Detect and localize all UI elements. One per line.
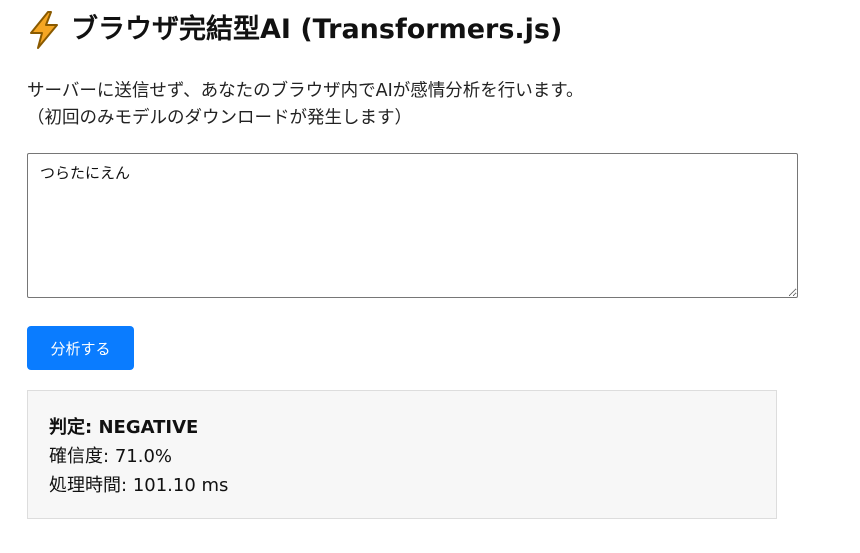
description-line: サーバーに送信せず、あなたのブラウザ内でAIが感情分析を行います。 bbox=[27, 81, 584, 101]
processing-time-value: 101.10 ms bbox=[132, 475, 229, 496]
confidence-line: 確信度: 71.0% bbox=[49, 442, 755, 471]
analyze-button[interactable]: 分析する bbox=[27, 326, 134, 370]
verdict-label: 判定: bbox=[49, 417, 93, 438]
processing-time-label: 処理時間: bbox=[49, 475, 128, 496]
confidence-value: 71.0% bbox=[114, 446, 172, 467]
description: サーバーに送信せず、あなたのブラウザ内でAIが感情分析を行います。 （初回のみモ… bbox=[27, 78, 583, 132]
confidence-label: 確信度: bbox=[49, 446, 110, 467]
verdict-value: NEGATIVE bbox=[98, 417, 199, 438]
high-voltage-icon bbox=[30, 11, 58, 49]
result-panel: 判定: NEGATIVE 確信度: 71.0% 処理時間: 101.10 ms bbox=[27, 390, 777, 519]
page-title: ブラウザ完結型AI (Transformers.js) bbox=[27, 10, 562, 50]
page-title-text: ブラウザ完結型AI (Transformers.js) bbox=[71, 14, 563, 45]
verdict-line: 判定: NEGATIVE bbox=[49, 413, 755, 442]
text-input[interactable]: つらたにえん bbox=[27, 153, 798, 298]
description-note: （初回のみモデルのダウンロードが発生します） bbox=[27, 108, 412, 128]
processing-time-line: 処理時間: 101.10 ms bbox=[49, 471, 755, 500]
